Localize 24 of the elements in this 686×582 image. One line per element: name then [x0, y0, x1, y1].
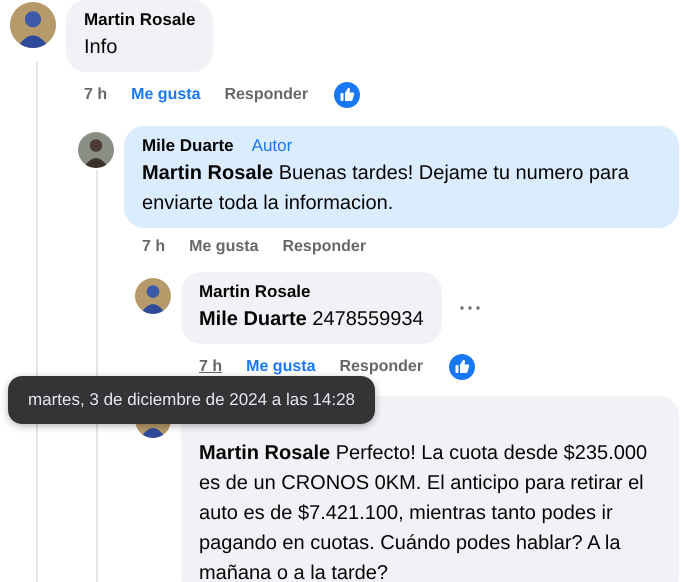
author-name[interactable]: Mile Duarte	[142, 136, 234, 156]
thumbs-up-icon[interactable]	[449, 354, 476, 380]
comment-text: Info	[84, 35, 118, 60]
like-link[interactable]: Me gusta	[131, 86, 200, 104]
comment-text: Martin Rosale Buenas tardes! Dejame tu numero para enviarte toda la informacion.	[142, 161, 630, 216]
reply-link[interactable]: Responder	[224, 86, 308, 104]
author-name[interactable]: Martin Rosale	[84, 10, 196, 30]
reply-link[interactable]: Responder	[282, 238, 366, 256]
avatar[interactable]	[10, 2, 56, 48]
avatar[interactable]	[78, 132, 114, 168]
author-label: Autor	[252, 136, 292, 156]
date-tooltip: martes, 3 de diciembre de 2024 a las 14:28	[8, 376, 375, 424]
like-link[interactable]: Me gusta	[189, 238, 258, 256]
more-options-icon[interactable]	[460, 306, 480, 310]
reply-link[interactable]: Responder	[339, 358, 424, 376]
timestamp-link[interactable]: 7 h	[84, 86, 108, 104]
thumbs-up-icon[interactable]	[334, 82, 360, 108]
author-name[interactable]: Martin Rosale	[199, 282, 310, 302]
like-link[interactable]: Me gusta	[246, 358, 316, 376]
comment-text: Martin Rosale Perfecto! La cuota desde $235.000 es de un CRONOS 0KM. El anticipo para retirar el auto es de $7.421.100, mientras tanto podes ir pagando en cuotas. Cuándo podes hablar? A la mañana o a la tarde?	[199, 441, 648, 582]
timestamp-link[interactable]: 7 h	[199, 358, 222, 376]
timestamp-link[interactable]: 7 h	[142, 238, 166, 256]
avatar[interactable]	[135, 278, 171, 314]
comment-text: Mile Duarte 2478559934	[199, 307, 424, 332]
